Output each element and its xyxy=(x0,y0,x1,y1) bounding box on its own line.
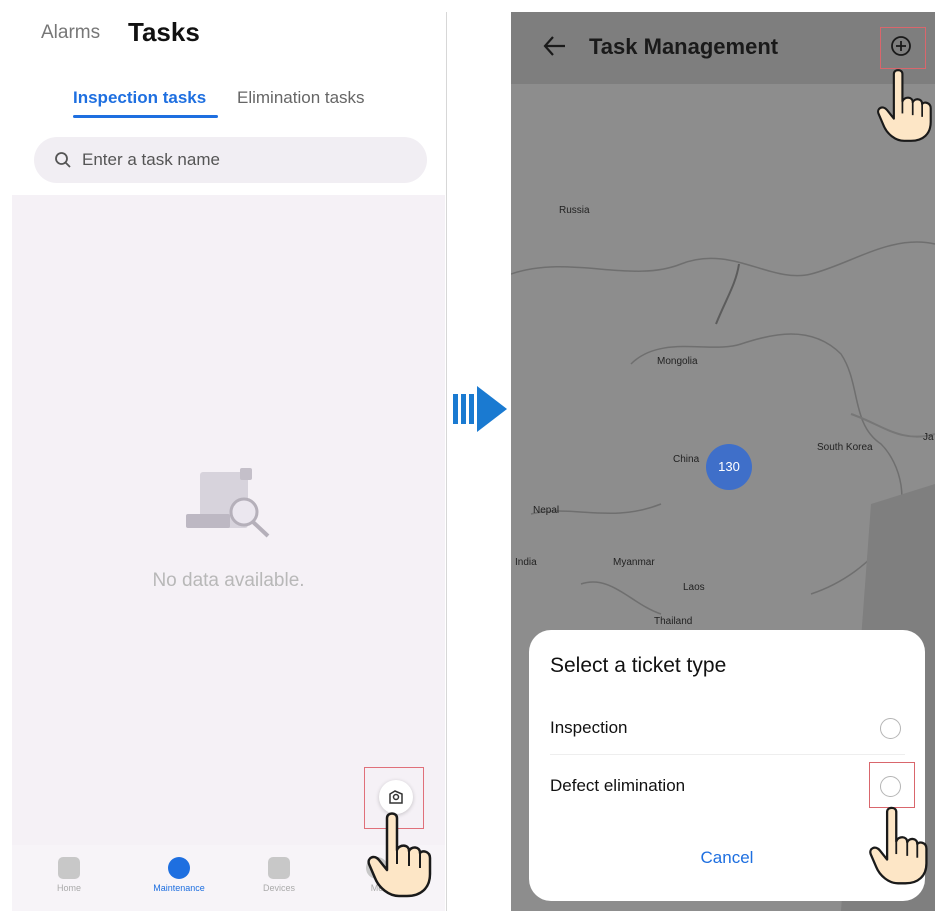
ticket-type-sheet: Select a ticket type Inspection Defect e… xyxy=(529,630,925,901)
active-tab-indicator xyxy=(73,115,218,118)
maintenance-icon xyxy=(168,857,190,879)
nav-home-label: Home xyxy=(56,883,81,893)
tab-inspection-tasks[interactable]: Inspection tasks xyxy=(73,88,206,108)
add-circle-icon[interactable] xyxy=(890,35,912,57)
devices-icon xyxy=(268,857,290,879)
hand-pointer-icon xyxy=(869,806,928,885)
hand-pointer-icon xyxy=(877,69,932,142)
top-bar: Task Management xyxy=(511,12,935,84)
map-label-mongolia: Mongolia xyxy=(657,356,698,367)
search-input[interactable]: Enter a task name xyxy=(34,137,427,183)
divider xyxy=(550,754,905,755)
search-icon xyxy=(55,152,71,168)
right-screen: Russia Mongolia China South Korea Ja Nep… xyxy=(511,12,935,911)
next-step-arrow-icon xyxy=(453,386,507,432)
map-label-india: India xyxy=(515,557,537,568)
map-label-china: China xyxy=(673,454,700,465)
option-inspection-label[interactable]: Inspection xyxy=(550,718,628,738)
search-placeholder: Enter a task name xyxy=(82,150,220,169)
nav-home[interactable]: Home xyxy=(24,857,114,893)
left-screen: Alarms Tasks Inspection tasks Eliminatio… xyxy=(12,0,445,911)
empty-state-text: No data available. xyxy=(152,570,305,591)
sheet-title: Select a ticket type xyxy=(550,654,727,677)
map-label-thailand: Thailand xyxy=(654,616,693,627)
empty-document-search-icon xyxy=(186,468,270,538)
nav-maintenance-label: Maintenance xyxy=(153,883,205,893)
map-label-laos: Laos xyxy=(683,582,705,593)
nav-devices[interactable]: Devices xyxy=(234,857,324,893)
map-label-myanmar: Myanmar xyxy=(613,557,655,568)
tasks-tab[interactable]: Tasks xyxy=(128,17,200,48)
map-label-ja: Ja xyxy=(923,432,934,443)
tab-elimination-tasks[interactable]: Elimination tasks xyxy=(237,88,365,108)
map-label-south-korea: South Korea xyxy=(817,442,873,453)
panel-divider xyxy=(446,12,447,911)
map-cluster-marker[interactable]: 130 xyxy=(706,444,752,490)
cancel-button[interactable]: Cancel xyxy=(529,848,925,868)
map-label-russia: Russia xyxy=(559,205,590,216)
nav-maintenance[interactable]: Maintenance xyxy=(134,857,224,893)
home-icon xyxy=(58,857,80,879)
back-arrow-icon[interactable] xyxy=(541,32,569,60)
alarms-tab[interactable]: Alarms xyxy=(41,22,100,44)
option-defect-elimination-label[interactable]: Defect elimination xyxy=(550,776,685,796)
nav-devices-label: Devices xyxy=(262,883,295,893)
hand-pointer-icon xyxy=(367,812,432,898)
option-inspection-radio[interactable] xyxy=(880,718,901,739)
map-label-nepal: Nepal xyxy=(533,505,560,516)
page-title: Task Management xyxy=(589,34,779,59)
